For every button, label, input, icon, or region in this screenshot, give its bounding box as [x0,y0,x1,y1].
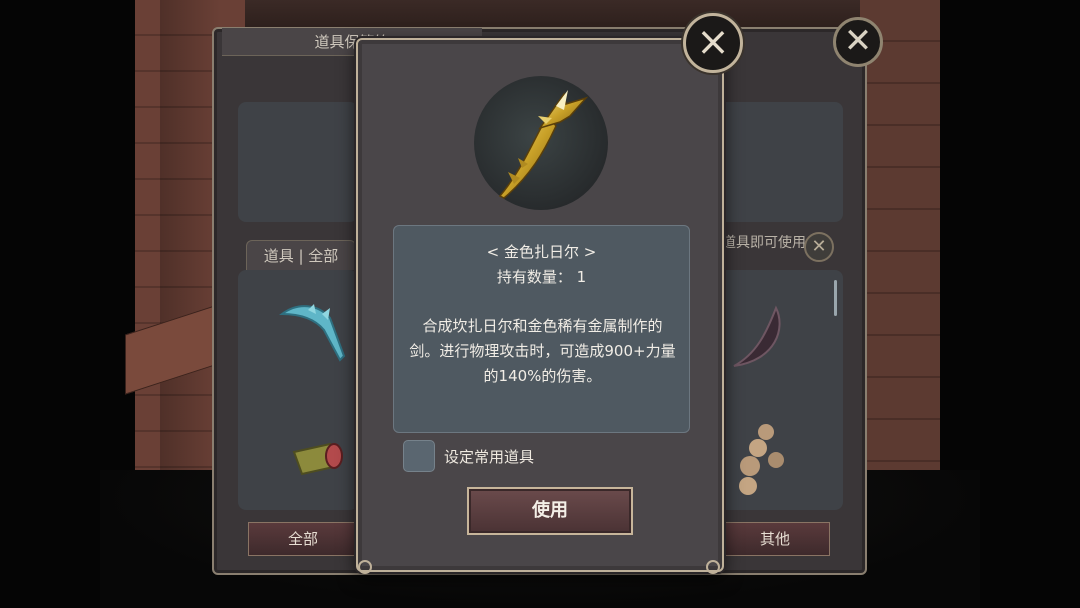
bones-item-icon[interactable] [732,420,792,498]
favorite-item-checkbox[interactable] [403,440,435,472]
wall-shading [160,0,220,470]
filter-other-button[interactable]: 其他 [720,522,830,556]
item-quantity: 持有数量： 1 [496,268,587,286]
storage-slot-top-left [238,102,358,222]
hint-close-icon[interactable]: ✕ [804,232,834,262]
item-description-box: < 金色扎日尔 > 持有数量： 1 合成坎扎日尔和金色稀有金属制作的剑。进行物理… [393,225,690,433]
dialog-corner-ornament [358,560,372,574]
blue-blade-item-icon[interactable] [278,300,350,370]
dialog-close-icon[interactable]: × [683,13,743,73]
item-list-scrollbar[interactable] [834,280,837,316]
filter-all-button[interactable]: 全部 [248,522,358,556]
storage-slot-top-right [718,102,843,222]
item-description: 合成坎扎日尔和金色稀有金属制作的剑。进行物理攻击时，可造成900+力量的140%… [409,317,676,385]
horn-item-icon[interactable] [726,304,790,374]
green-roll-item-icon[interactable] [292,440,344,478]
use-hint-text: 道具即可使用 [722,235,806,251]
room-wall-right [860,0,940,470]
item-name: < 金色扎日尔 > [486,243,597,261]
golden-blade-icon [498,90,589,199]
dialog-corner-ornament [706,560,720,574]
tab-items-all[interactable]: 道具 | 全部 [246,240,356,270]
storage-close-icon[interactable]: ✕ [833,17,883,67]
use-item-button[interactable]: 使用 [467,487,633,535]
favorite-item-label: 设定常用道具 [444,448,535,466]
